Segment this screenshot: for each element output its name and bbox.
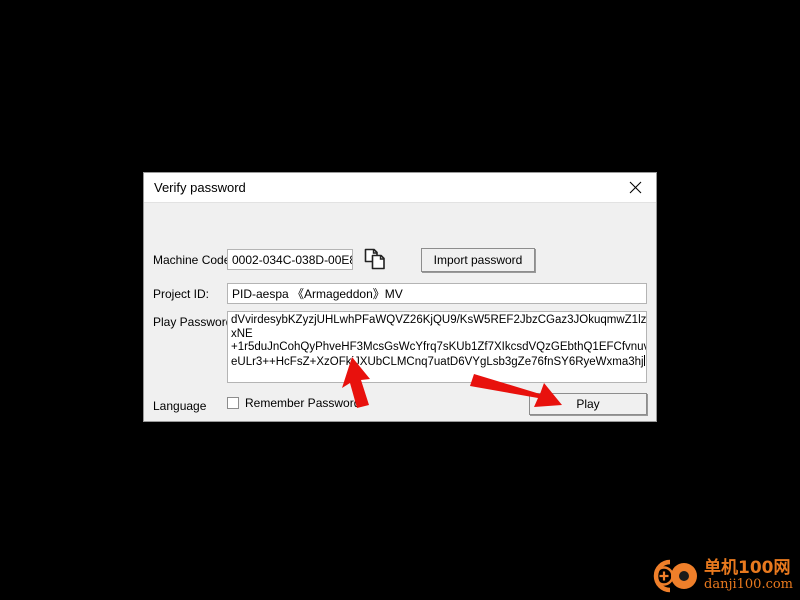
watermark-text: 单机100网 danji100.com <box>704 558 794 593</box>
password-line: +1r5duJnCohQyPhveHF3McsGsWcYfrq7sKUb1Zf7… <box>231 341 647 354</box>
password-line: xNE <box>231 327 253 340</box>
password-line-last: eULr3++HcFsZ+XzOFkiJXUbCLMCnq7uatD6VYgLs… <box>231 354 645 370</box>
machine-code-label: Machine Code: <box>153 253 234 267</box>
watermark-cn-text: 单机100网 <box>704 558 791 579</box>
project-id-input[interactable]: PID-aespa 《Armageddon》MV <box>227 283 647 304</box>
language-label: Language <box>153 399 207 413</box>
verify-password-dialog: Verify password Machine Code: 0002-034C-… <box>143 172 657 422</box>
play-password-label: Play Password: <box>153 315 236 329</box>
play-password-textarea[interactable]: dVvirdesybKZyzjUHLwhPFaWQVZ26KjQU9/KsW5R… <box>227 311 647 383</box>
play-button[interactable]: Play <box>529 393 647 415</box>
checkbox-box[interactable] <box>227 397 239 409</box>
dialog-title: Verify password <box>154 180 246 195</box>
password-line-text: eULr3++HcFsZ+XzOFkiJXUbCLMCnq7uatD6VYgLs… <box>231 355 644 368</box>
dialog-titlebar: Verify password <box>144 173 656 203</box>
password-line: dVvirdesybKZyzjUHLwhPFaWQVZ26KjQU9/KsW5R… <box>231 314 647 326</box>
dialog-body: Machine Code: 0002-034C-038D-00E8 Import… <box>144 203 656 421</box>
copy-icon[interactable] <box>362 247 390 273</box>
remember-password-label: Remember Password <box>245 396 361 410</box>
text-caret <box>643 354 645 366</box>
machine-code-input[interactable]: 0002-034C-038D-00E8 <box>227 249 353 270</box>
import-password-button[interactable]: Import password <box>421 248 535 272</box>
watermark: 单机100网 danji100.com <box>648 555 796 597</box>
danji100-logo-icon <box>653 559 697 593</box>
close-icon[interactable] <box>614 173 656 202</box>
remember-password-checkbox[interactable]: Remember Password <box>227 396 360 410</box>
watermark-en-text: danji100.com <box>704 577 794 593</box>
project-id-label: Project ID: <box>153 287 210 301</box>
